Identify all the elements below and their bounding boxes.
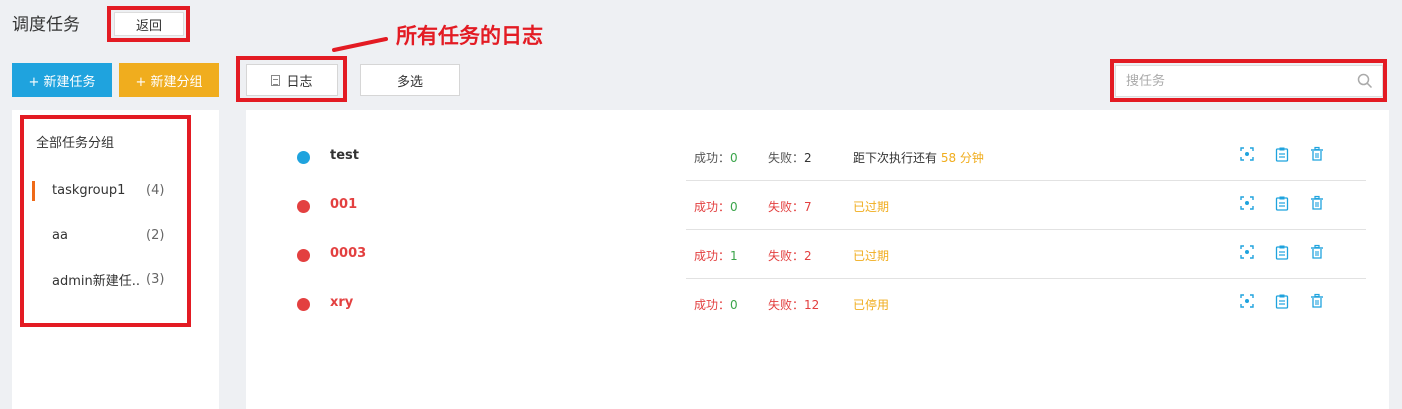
fail-stat: 失败：7 [768, 200, 812, 214]
log-button[interactable]: 日志 [246, 64, 338, 96]
sidebar-item-label: taskgroup1 [52, 182, 126, 198]
task-row: test 成功：0 失败：2 距下次执行还有 58 分钟 [246, 133, 1389, 181]
row-divider [686, 229, 1366, 230]
status-dot [297, 151, 310, 164]
next-run-status: 距下次执行还有 58 分钟 [853, 151, 984, 165]
row-divider [686, 180, 1366, 181]
search-box [1115, 65, 1383, 97]
annotation-text: 所有任务的日志 [396, 23, 543, 48]
log-icon [271, 74, 281, 86]
expand-icon[interactable] [1239, 195, 1255, 211]
clipboard-icon[interactable] [1274, 293, 1290, 309]
trash-icon[interactable] [1309, 146, 1325, 162]
fail-stat: 失败：2 [768, 249, 812, 263]
new-task-button[interactable]: + 新建任务 [12, 63, 112, 97]
task-name[interactable]: 0003 [330, 246, 366, 261]
sidebar: 全部任务分组 taskgroup1 (4) aa (2) admin新建任.. … [12, 110, 219, 409]
success-stat: 成功：1 [694, 249, 738, 263]
back-button[interactable]: 返回 [114, 12, 184, 36]
sidebar-item-count: (4) [146, 182, 165, 198]
clipboard-icon[interactable] [1274, 146, 1290, 162]
sidebar-item-aa[interactable]: aa (2) [12, 220, 219, 250]
success-stat: 成功：0 [694, 298, 738, 312]
expand-icon[interactable] [1239, 293, 1255, 309]
expand-icon[interactable] [1239, 146, 1255, 162]
expired-status: 已过期 [853, 249, 890, 263]
task-name[interactable]: xry [330, 295, 353, 310]
sidebar-item-admin[interactable]: admin新建任.. (3) [12, 264, 219, 294]
search-icon[interactable] [1356, 72, 1374, 90]
trash-icon[interactable] [1309, 293, 1325, 309]
trash-icon[interactable] [1309, 244, 1325, 260]
row-divider [686, 278, 1366, 279]
disabled-status: 已停用 [853, 298, 890, 312]
new-group-button[interactable]: + 新建分组 [119, 63, 219, 97]
multi-select-button[interactable]: 多选 [360, 64, 460, 96]
clipboard-icon[interactable] [1274, 244, 1290, 260]
status-dot [297, 200, 310, 213]
task-row: xry 成功：0 失败：12 已停用 [246, 280, 1389, 328]
fail-stat: 失败：2 [768, 151, 812, 165]
active-marker [32, 181, 35, 201]
task-name[interactable]: 001 [330, 197, 357, 212]
expired-status: 已过期 [853, 200, 890, 214]
task-name[interactable]: test [330, 148, 359, 163]
task-row: 001 成功：0 失败：7 已过期 [246, 182, 1389, 230]
success-stat: 成功：0 [694, 200, 738, 214]
clipboard-icon[interactable] [1274, 195, 1290, 211]
page-title: 调度任务 [12, 15, 80, 35]
sidebar-title: 全部任务分组 [36, 136, 115, 151]
sidebar-item-count: (2) [146, 227, 165, 243]
task-list-panel: test 成功：0 失败：2 距下次执行还有 58 分钟 001 成功：0 失败… [246, 110, 1389, 409]
status-dot [297, 298, 310, 311]
sidebar-item-label: aa [52, 227, 68, 243]
expand-icon[interactable] [1239, 244, 1255, 260]
task-row: 0003 成功：1 失败：2 已过期 [246, 231, 1389, 279]
success-stat: 成功：0 [694, 151, 738, 165]
sidebar-item-taskgroup1[interactable]: taskgroup1 (4) [12, 175, 219, 205]
annotation-arrow [332, 37, 388, 52]
sidebar-item-label: admin新建任.. [52, 273, 140, 289]
sidebar-item-count: (3) [146, 271, 165, 287]
status-dot [297, 249, 310, 262]
log-button-label: 日志 [286, 74, 313, 90]
fail-stat: 失败：12 [768, 298, 820, 312]
trash-icon[interactable] [1309, 195, 1325, 211]
search-input[interactable] [1116, 67, 1356, 95]
